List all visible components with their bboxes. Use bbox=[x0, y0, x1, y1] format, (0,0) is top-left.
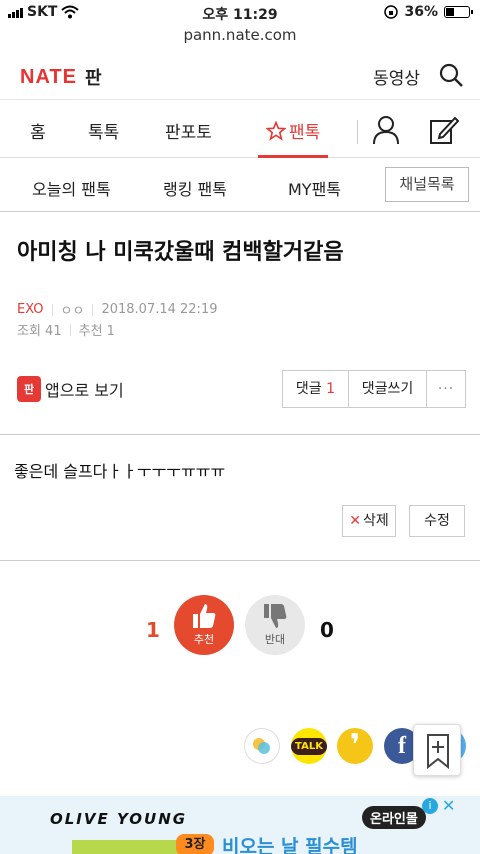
nate-logo: NATE bbox=[20, 65, 77, 88]
bookmark-button[interactable] bbox=[413, 724, 461, 776]
ad-brand: OLIVE YOUNG bbox=[50, 810, 188, 828]
delete-label: 삭제 bbox=[362, 513, 389, 529]
write-icon[interactable] bbox=[428, 114, 460, 146]
kakaostory-share-button[interactable] bbox=[244, 728, 280, 764]
user-icon[interactable] bbox=[371, 114, 401, 146]
post-nickname: ㅇㅇ bbox=[60, 304, 85, 319]
comment-count-button[interactable]: 댓글 1 bbox=[283, 371, 349, 407]
ad-sticker: 3장 bbox=[176, 834, 214, 854]
post-body: 좋은데 슬프다ㅏㅏㅜㅜㅜㅠㅠㅠ bbox=[14, 462, 226, 481]
comment-buttons: 댓글 1 댓글쓰기 ··· bbox=[282, 370, 466, 408]
channel-list-button[interactable]: 채널목록 bbox=[385, 167, 469, 202]
main-nav: 홈 톡톡 판포토 팬톡 bbox=[0, 100, 480, 158]
star-icon bbox=[266, 120, 286, 141]
oppose-label: 반대 bbox=[264, 633, 286, 646]
more-button[interactable]: ··· bbox=[427, 371, 465, 407]
kakaostory-icon bbox=[253, 738, 270, 754]
app-view-link[interactable]: 판 앱으로 보기 bbox=[17, 376, 124, 402]
ad-decoration bbox=[72, 840, 192, 854]
post-meta: EXO ㅇㅇ 2018.07.14 22:19 bbox=[17, 300, 217, 319]
comment-label: 댓글 bbox=[295, 381, 322, 397]
post-views: 조회 41 bbox=[17, 324, 62, 339]
divider bbox=[0, 560, 480, 561]
rotation-lock-icon bbox=[384, 5, 399, 19]
search-icon[interactable] bbox=[438, 62, 464, 88]
post-recommend-count: 추천 1 bbox=[78, 324, 115, 339]
thumbs-down-icon bbox=[264, 604, 287, 628]
oppose-button[interactable]: 반대 bbox=[245, 595, 305, 655]
comment-count: 1 bbox=[326, 381, 336, 397]
delete-button[interactable]: ✕ 삭제 bbox=[342, 505, 396, 537]
tab-home[interactable]: 홈 bbox=[30, 118, 46, 143]
subnav-my[interactable]: MY팬톡 bbox=[288, 176, 341, 200]
ad-info-icon[interactable]: i bbox=[422, 798, 438, 814]
kakaotalk-icon: TALK bbox=[291, 737, 327, 755]
separator bbox=[92, 303, 94, 316]
subnav-today[interactable]: 오늘의 팬톡 bbox=[32, 176, 111, 200]
separator bbox=[51, 303, 53, 316]
video-link[interactable]: 동영상 bbox=[373, 64, 420, 89]
post-channel[interactable]: EXO bbox=[17, 302, 44, 317]
post-title: 아미칭 나 미쿡갔울때 컴백할거같음 bbox=[17, 240, 344, 265]
tab-toktok[interactable]: 톡톡 bbox=[88, 118, 119, 143]
battery-percent: 36% bbox=[404, 4, 438, 20]
post-date: 2018.07.14 22:19 bbox=[101, 302, 218, 317]
pann-app-icon: 판 bbox=[17, 376, 41, 402]
oppose-count: 0 bbox=[320, 618, 334, 642]
separator bbox=[69, 323, 71, 336]
post-stats: 조회 41 추천 1 bbox=[17, 320, 115, 339]
app-view-label: 앱으로 보기 bbox=[45, 381, 124, 400]
quote-share-button[interactable]: ❜ bbox=[337, 728, 373, 764]
url-bar[interactable]: pann.nate.com bbox=[0, 24, 480, 50]
site-header: NATE 판 동영상 bbox=[0, 50, 480, 100]
tab-fantalk[interactable]: 팬톡 bbox=[266, 118, 320, 143]
status-bar: SKT 오후 11:29 36% bbox=[0, 0, 480, 24]
facebook-icon: f bbox=[398, 732, 406, 759]
tab-panphoto[interactable]: 판포토 bbox=[165, 118, 212, 143]
divider bbox=[0, 434, 480, 435]
kakaotalk-share-button[interactable]: TALK bbox=[291, 728, 327, 764]
close-icon: ✕ bbox=[349, 513, 361, 529]
ad-close-icon[interactable]: ✕ bbox=[442, 796, 455, 815]
divider bbox=[357, 120, 358, 144]
recommend-label: 추천 bbox=[193, 633, 215, 646]
bookmark-add-icon bbox=[427, 734, 449, 770]
tab-fantalk-label: 팬톡 bbox=[289, 123, 321, 143]
write-comment-button[interactable]: 댓글쓰기 bbox=[349, 371, 427, 407]
subnav-ranking[interactable]: 랭킹 팬톡 bbox=[163, 176, 227, 200]
edit-button[interactable]: 수정 bbox=[409, 505, 465, 537]
recommend-count: 1 bbox=[146, 618, 160, 642]
ad-online-badge: 온라인몰 bbox=[362, 806, 426, 829]
quote-icon: ❜ bbox=[349, 728, 361, 763]
battery-icon bbox=[444, 6, 473, 18]
sub-nav: 오늘의 팬톡 랭킹 팬톡 MY팬톡 채널목록 bbox=[0, 158, 480, 212]
pann-logo: 판 bbox=[84, 68, 102, 89]
ad-banner[interactable]: OLIVE YOUNG 온라인몰 i ✕ 3장 비오는 날 필수템 bbox=[0, 796, 480, 854]
logo[interactable]: NATE 판 bbox=[20, 64, 102, 90]
ad-slogan: 비오는 날 필수템 bbox=[222, 836, 358, 854]
recommend-button[interactable]: 추천 bbox=[174, 595, 234, 655]
thumbs-up-icon bbox=[193, 604, 216, 628]
